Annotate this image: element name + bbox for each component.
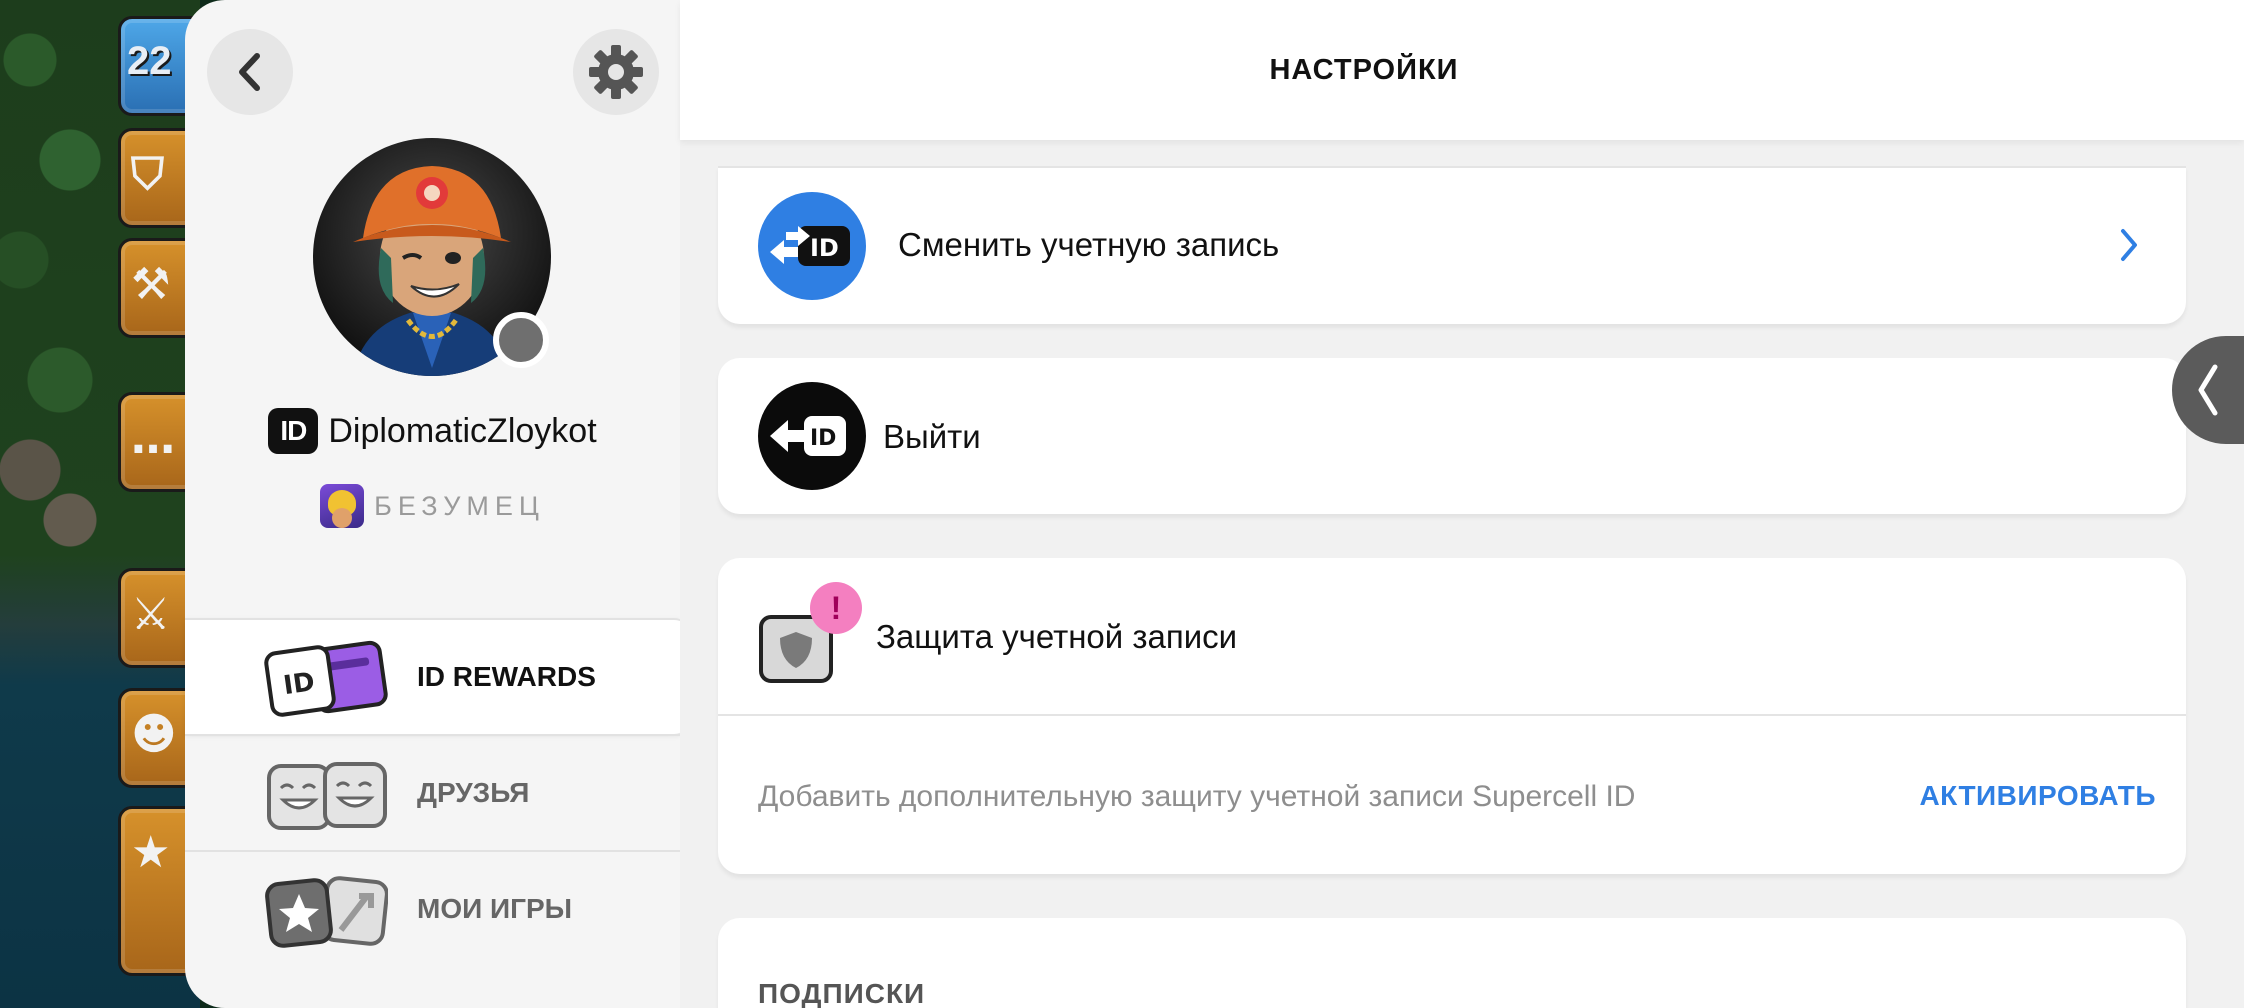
hammer-icon: ⚒ bbox=[131, 259, 171, 310]
game-level-number: 22 bbox=[127, 39, 172, 83]
supercell-id-badge: ID bbox=[268, 408, 319, 454]
logout-icon: ID bbox=[758, 382, 866, 490]
back-button[interactable] bbox=[207, 29, 293, 115]
settings-page: НАСТРОЙКИ ID Сменить учетную запись ID В… bbox=[680, 0, 2244, 1008]
friends-icon bbox=[263, 756, 388, 836]
shield-icon: ⛉ bbox=[131, 149, 164, 200]
menu-label-id-rewards: ID REWARDS bbox=[417, 661, 596, 692]
status-indicator bbox=[493, 312, 549, 368]
username: DiplomaticZloykot bbox=[328, 411, 597, 450]
activate-button[interactable]: АКТИВИРОВАТЬ bbox=[1919, 780, 2156, 812]
logout-label: Выйти bbox=[883, 418, 981, 455]
swords-icon: ⚔ bbox=[131, 589, 171, 640]
side-menu: ID ID REWARDS ДРУЗЬЯ МОИ ИГРЫ bbox=[185, 618, 690, 966]
header-bar: НАСТРОЙКИ bbox=[680, 0, 2244, 140]
svg-text:ID: ID bbox=[810, 234, 839, 262]
gear-icon bbox=[589, 45, 643, 99]
switch-account-row[interactable]: ID Сменить учетную запись bbox=[718, 166, 2186, 324]
card-divider bbox=[718, 166, 2186, 168]
subscriptions-card: ПОДПИСКИ bbox=[718, 918, 2186, 1008]
menu-item-friends[interactable]: ДРУЗЬЯ bbox=[185, 734, 680, 850]
chevron-right-icon bbox=[2121, 229, 2137, 261]
profile-panel: ID DiplomaticZloykot БЕЗУМЕЦ ID ID REWAR… bbox=[185, 0, 690, 1008]
barbarian-icon: ☻ bbox=[131, 709, 177, 760]
card-divider bbox=[718, 714, 2186, 716]
game-background: 22 ⛉ ⚒ … ⚔ ☻ ★ bbox=[0, 0, 200, 1008]
menu-item-id-rewards[interactable]: ID ID REWARDS bbox=[185, 618, 690, 734]
switch-account-icon: ID bbox=[758, 192, 866, 300]
avatar[interactable] bbox=[313, 138, 553, 378]
rank-icon bbox=[320, 484, 365, 528]
svg-text:ID: ID bbox=[810, 426, 836, 451]
id-rewards-icon: ID bbox=[263, 640, 388, 720]
switch-account-label: Сменить учетную запись bbox=[898, 226, 1280, 263]
subscriptions-heading: ПОДПИСКИ bbox=[758, 978, 926, 1008]
username-row: ID DiplomaticZloykot bbox=[185, 408, 680, 454]
menu-label-my-games: МОИ ИГРЫ bbox=[417, 893, 573, 924]
account-protection-card: ! Защита учетной записи Добавить дополни… bbox=[718, 558, 2186, 874]
my-games-icon bbox=[263, 872, 389, 952]
page-title: НАСТРОЙКИ bbox=[1269, 53, 1459, 86]
rank-label: БЕЗУМЕЦ bbox=[374, 490, 545, 521]
logout-row[interactable]: ID Выйти bbox=[718, 358, 2186, 514]
alert-badge-mark: ! bbox=[830, 589, 842, 626]
chevron-left-icon bbox=[2198, 364, 2218, 416]
menu-label-friends: ДРУЗЬЯ bbox=[417, 777, 530, 808]
settings-button[interactable] bbox=[573, 29, 659, 115]
svg-text:ID: ID bbox=[281, 667, 316, 701]
chat-icon: … bbox=[131, 413, 175, 464]
rank-row: БЕЗУМЕЦ bbox=[185, 484, 680, 528]
chevron-left-icon bbox=[239, 53, 260, 91]
alert-badge: ! bbox=[810, 582, 862, 634]
star-icon: ★ bbox=[131, 827, 171, 878]
protection-hint: Добавить дополнительную защиту учетной з… bbox=[758, 780, 1636, 813]
menu-item-my-games[interactable]: МОИ ИГРЫ bbox=[185, 850, 680, 966]
account-protection-label: Защита учетной записи bbox=[876, 618, 1238, 655]
